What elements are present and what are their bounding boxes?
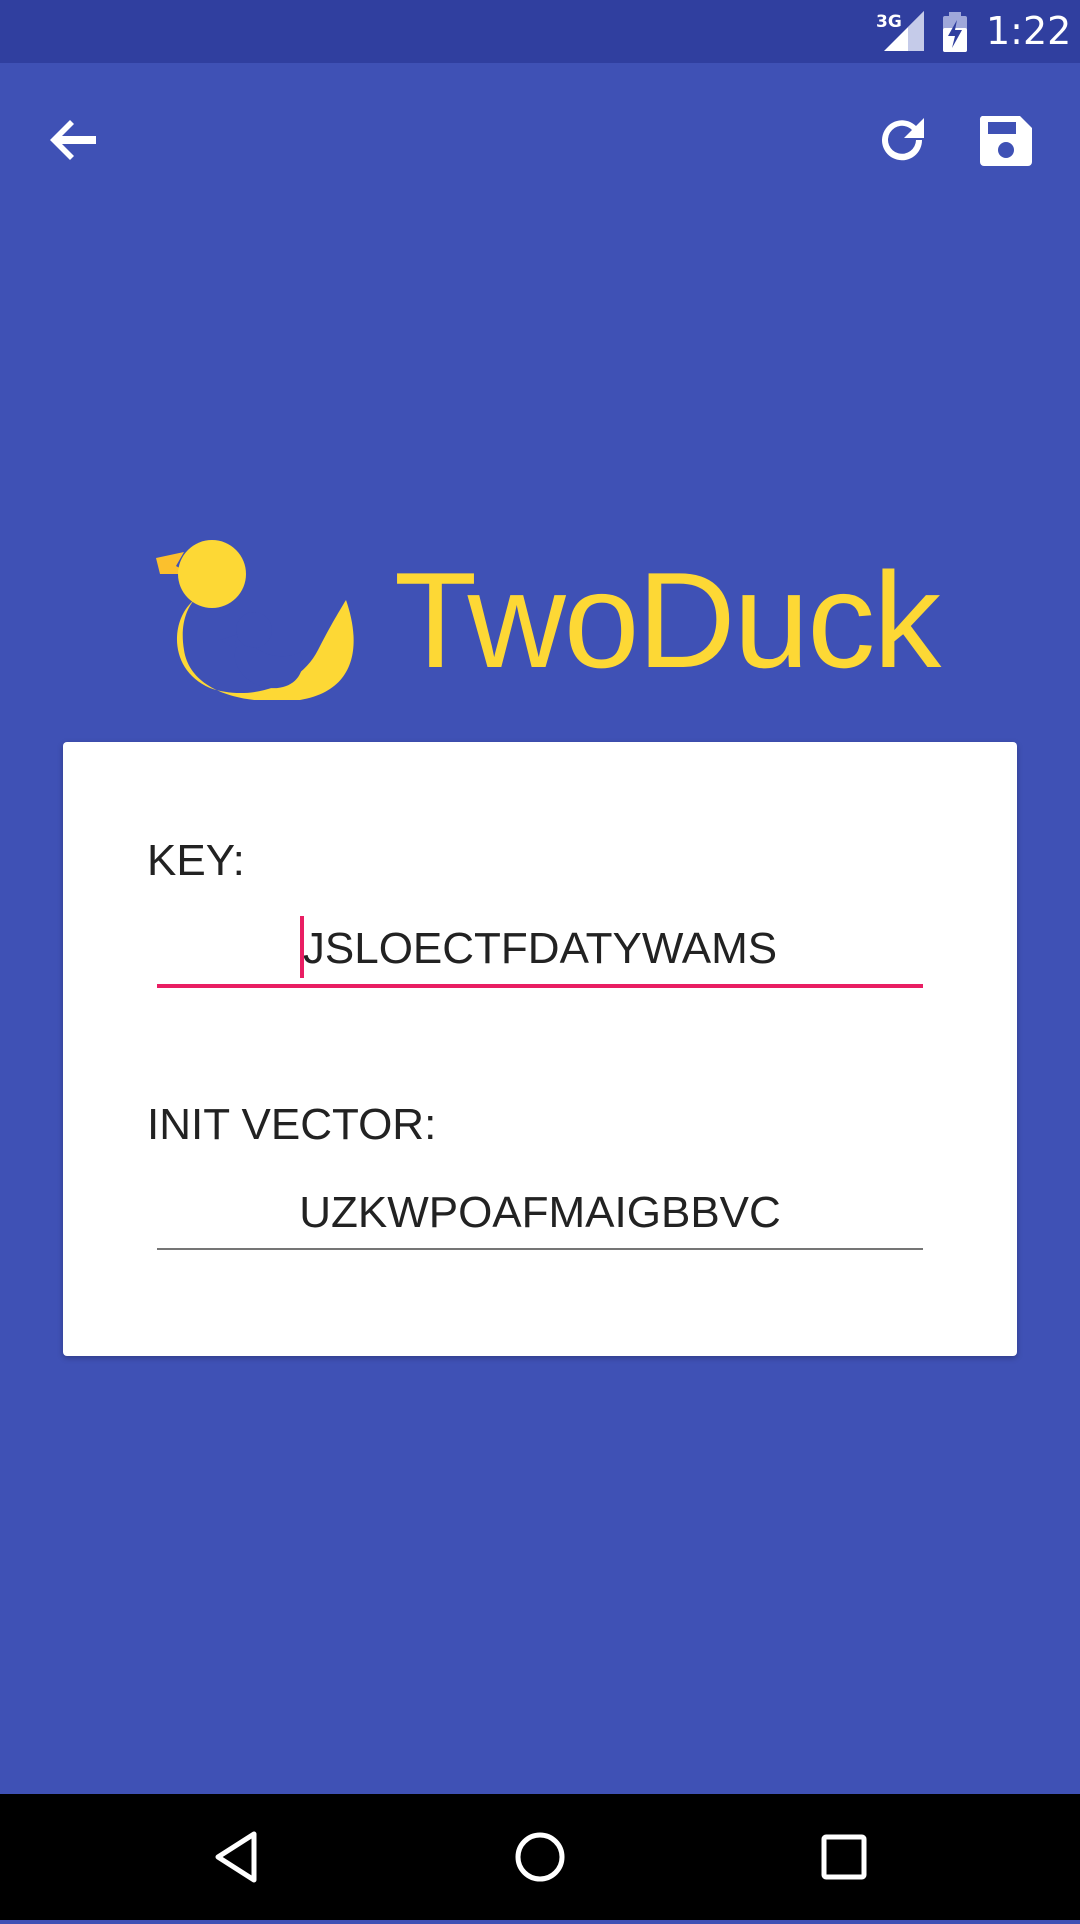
refresh-icon xyxy=(866,118,938,180)
back-triangle-icon xyxy=(166,1831,306,1924)
save-icon xyxy=(970,116,1042,180)
init-vector-input-underline xyxy=(157,1248,923,1250)
nav-recents-button[interactable] xyxy=(774,1794,914,1920)
battery-charging-icon xyxy=(940,12,970,56)
recents-square-icon xyxy=(774,1834,914,1924)
cipher-settings-card: KEY: JSLOECTFDATYWAMS INIT VECTOR: UZKWP… xyxy=(63,742,1017,1356)
key-input-underline xyxy=(157,984,923,988)
nav-back-button[interactable] xyxy=(166,1794,306,1920)
app-logo: TwoDuck xyxy=(150,530,941,710)
logo-text: TwoDuck xyxy=(394,544,941,696)
nav-home-button[interactable] xyxy=(470,1794,610,1920)
init-vector-input[interactable]: UZKWPOAFMAIGBBVC xyxy=(157,1176,923,1250)
signal-icon xyxy=(878,11,924,55)
text-cursor xyxy=(300,916,304,978)
back-arrow-icon xyxy=(40,120,112,180)
save-button[interactable] xyxy=(970,104,1042,176)
key-label: KEY: xyxy=(147,836,245,885)
home-circle-icon xyxy=(470,1832,610,1924)
status-time: 1:22 xyxy=(986,9,1072,53)
navigation-bar xyxy=(0,1794,1080,1920)
init-vector-label: INIT VECTOR: xyxy=(147,1100,437,1149)
status-bar: 3G 1:22 xyxy=(0,0,1080,63)
duck-logo-icon xyxy=(150,530,360,704)
key-input[interactable]: JSLOECTFDATYWAMS xyxy=(157,912,923,986)
back-button[interactable] xyxy=(40,104,112,176)
refresh-button[interactable] xyxy=(866,104,938,176)
